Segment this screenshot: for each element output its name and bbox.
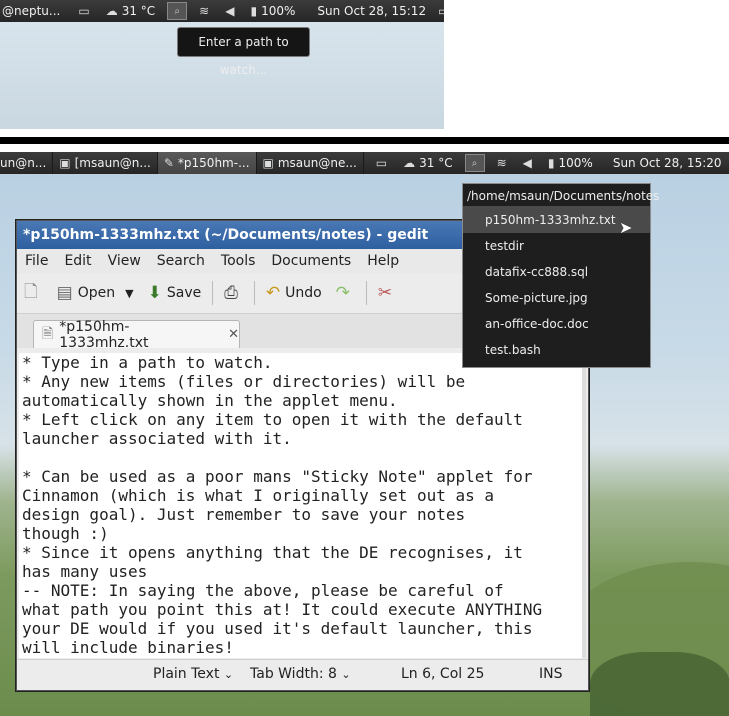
taskbar-item-label: *p150hm-...: [177, 156, 250, 170]
battery-label: 100%: [261, 4, 296, 18]
battery-label: 100%: [558, 156, 593, 170]
bottom-panel: un@n... ▣ [msaun@n... ✎ *p150hm-... ▣ ms…: [0, 152, 729, 174]
battery-icon: ▮: [547, 156, 555, 170]
taskbar-item-label: un@n...: [0, 156, 47, 170]
clock[interactable]: Sun Oct 28, 15:12: [311, 0, 432, 22]
menu-view[interactable]: View: [100, 253, 149, 269]
display-icon[interactable]: ▭: [370, 152, 397, 174]
datetime-label: Sun Oct 28, 15:20: [612, 156, 722, 170]
volume-icon[interactable]: ◀: [517, 152, 542, 174]
volume-icon[interactable]: ◀: [219, 0, 244, 22]
tab-width-selector[interactable]: Tab Width: 8 ⌄: [250, 666, 351, 682]
save-label: Save: [166, 285, 202, 301]
text-editor-icon: ✎: [163, 156, 174, 170]
menu-edit[interactable]: Edit: [56, 253, 99, 269]
menu-header-path: /home/msaun/Documents/notes: [463, 184, 659, 207]
taskbar-item-label: msaun@ne...: [277, 156, 357, 170]
watch-applet-button[interactable]: ⌕: [161, 0, 193, 22]
undo-button[interactable]: ↶ Undo: [259, 273, 329, 313]
statusbar: Plain Text ⌄ Tab Width: 8 ⌄ Ln 6, Col 25…: [17, 659, 588, 690]
terminal-icon: ▣: [59, 156, 71, 170]
tab-width-label: Tab Width: 8: [250, 666, 337, 682]
weather-applet[interactable]: ☁ 31 °C: [397, 152, 458, 174]
new-document-button[interactable]: 🗋: [17, 273, 50, 313]
folder-watch-icon: ⌕: [167, 2, 188, 20]
top-screenshot: @neptu... ▭ ☁ 31 °C ⌕ ≋ ◀ ▮ 100% Sun Oct…: [0, 0, 444, 129]
desktop-icon[interactable]: ▭: [432, 0, 444, 22]
taskbar-item[interactable]: ▣ msaun@ne...: [257, 152, 364, 174]
datetime-label: Sun Oct 28, 15:12: [317, 4, 427, 18]
text-editor[interactable]: * Type in a path to watch. * Any new ite…: [19, 353, 585, 658]
toolbar-separator: [253, 281, 255, 305]
weather-icon: ☁: [403, 156, 416, 170]
insert-mode: INS: [539, 666, 563, 682]
taskbar-item[interactable]: un@n...: [0, 152, 54, 174]
menu-item-file[interactable]: Some-picture.jpg: [463, 285, 650, 311]
desktop: un@n... ▣ [msaun@n... ✎ *p150hm-... ▣ ms…: [0, 152, 729, 716]
taskbar-item[interactable]: ▣ [msaun@n...: [53, 152, 158, 174]
document-icon: 🗎: [42, 325, 54, 342]
trees: [590, 652, 729, 716]
menu-tools[interactable]: Tools: [213, 253, 264, 269]
cursor-position: Ln 6, Col 25: [401, 666, 485, 682]
user-task[interactable]: @neptu...: [0, 0, 66, 22]
window-title: *p150hm-1333mhz.txt (~/Documents/notes) …: [23, 227, 429, 243]
folder-open-icon: ▤: [56, 283, 73, 303]
watch-applet-button[interactable]: ⌕: [459, 152, 491, 174]
battery-applet[interactable]: ▮ 100%: [542, 152, 599, 174]
cut-button[interactable]: ✂: [371, 273, 404, 313]
redo-icon: ↷: [335, 283, 350, 303]
menu-documents[interactable]: Documents: [263, 253, 359, 269]
open-button[interactable]: ▤ Open ▼: [50, 273, 141, 313]
wifi-icon[interactable]: ≋: [491, 152, 517, 174]
menu-item-file[interactable]: an-office-doc.doc: [463, 311, 650, 337]
menu-file[interactable]: File: [17, 253, 56, 269]
terminal-icon: ▣: [262, 156, 274, 170]
temperature-label: 31 °C: [419, 156, 453, 170]
toolbar-separator: [365, 281, 367, 305]
tab-label: *p150hm-1333mhz.txt: [59, 318, 149, 351]
menu-item-file[interactable]: test.bash: [463, 337, 650, 363]
taskbar-item-gedit[interactable]: ✎ *p150hm-...: [157, 152, 257, 174]
redo-button[interactable]: ↷: [329, 273, 362, 313]
watch-folder-menu: /home/msaun/Documents/notes p150hm-1333m…: [462, 183, 659, 368]
menu-search[interactable]: Search: [149, 253, 213, 269]
menu-help[interactable]: Help: [359, 253, 407, 269]
chevron-down-icon: ⌄: [223, 668, 234, 681]
print-icon: ⎙: [224, 283, 238, 303]
chevron-down-icon: ⌄: [341, 668, 351, 681]
clock[interactable]: Sun Oct 28, 15:20: [607, 152, 728, 174]
save-button[interactable]: ⬇ Save: [141, 273, 209, 313]
top-panel: @neptu... ▭ ☁ 31 °C ⌕ ≋ ◀ ▮ 100% Sun Oct…: [0, 0, 444, 22]
folder-watch-icon: ⌕: [464, 154, 485, 172]
display-icon[interactable]: ▭: [72, 0, 99, 22]
close-tab-icon[interactable]: ✕: [228, 327, 239, 342]
new-document-icon: 🗋: [24, 281, 38, 302]
battery-applet[interactable]: ▮ 100%: [244, 0, 301, 22]
open-label: Open: [77, 285, 116, 301]
toolbar-separator: [212, 281, 214, 305]
weather-applet[interactable]: ☁ 31 °C: [100, 0, 161, 22]
taskbar-item-label: [msaun@n...: [74, 156, 151, 170]
document-tab[interactable]: 🗎 *p150hm-1333mhz.txt ✕: [33, 318, 240, 351]
weather-icon: ☁: [105, 4, 118, 18]
user-label: @neptu...: [2, 4, 61, 18]
undo-icon: ↶: [265, 283, 281, 303]
scrollbar[interactable]: [582, 353, 586, 658]
divider: [0, 137, 729, 144]
syntax-selector[interactable]: Plain Text ⌄: [153, 666, 233, 682]
cut-icon: ✂: [377, 283, 393, 303]
wifi-icon[interactable]: ≋: [193, 0, 219, 22]
chevron-down-icon[interactable]: ▼: [125, 287, 133, 300]
temperature-label: 31 °C: [121, 4, 156, 18]
battery-icon: ▮: [250, 4, 258, 18]
menu-item-file[interactable]: datafix-cc888.sql: [463, 259, 650, 285]
watch-path-tooltip: Enter a path to watch...: [177, 27, 310, 77]
mouse-pointer-icon: ➤: [619, 218, 633, 237]
syntax-label: Plain Text: [153, 666, 220, 682]
save-icon: ⬇: [147, 283, 162, 303]
undo-label: Undo: [285, 285, 322, 301]
print-button[interactable]: ⎙: [217, 273, 250, 313]
